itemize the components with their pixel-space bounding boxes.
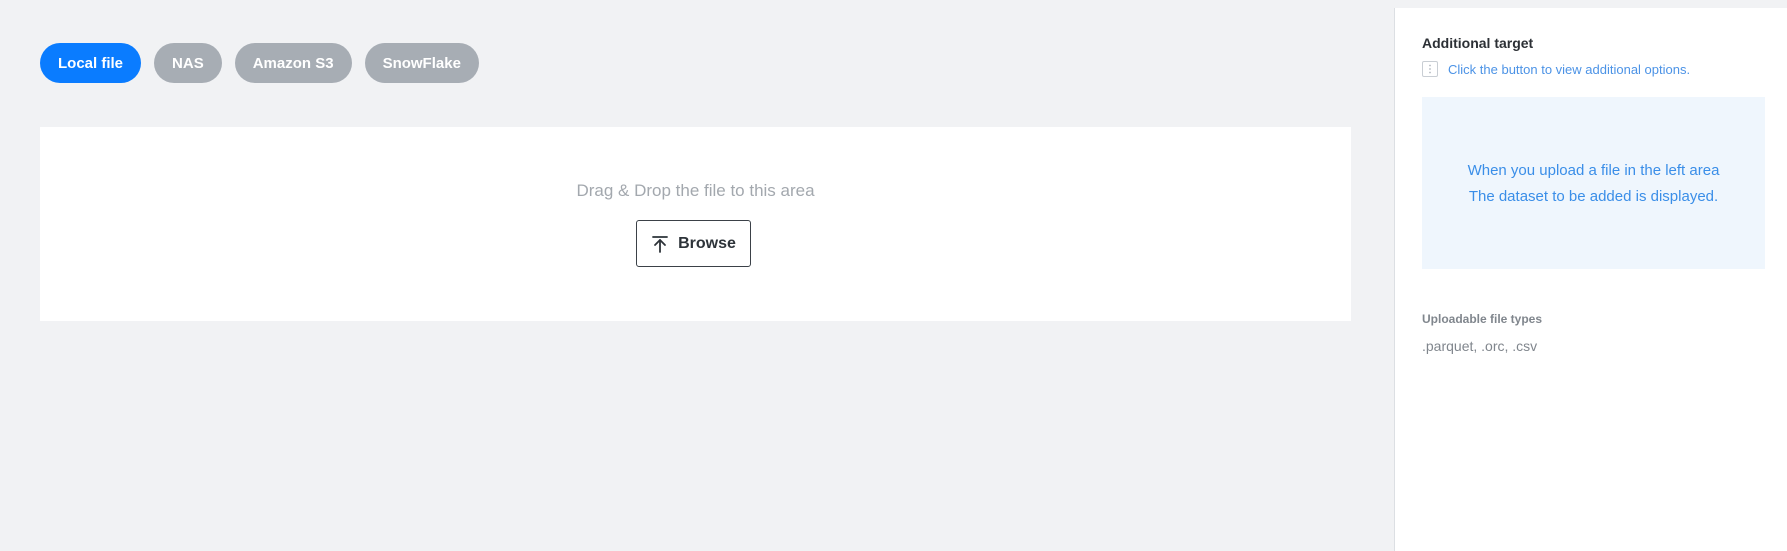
additional-options-row: Click the button to view additional opti…: [1422, 61, 1690, 77]
tab-local-file[interactable]: Local file: [40, 43, 142, 83]
tab-nas[interactable]: NAS: [154, 43, 222, 83]
browse-label: Browse: [678, 234, 736, 252]
filetypes-value: .parquet, .orc, .csv: [1422, 338, 1538, 354]
dropzone-hint: Drag & Drop the file to this area: [576, 181, 815, 200]
options-hint: Click the button to view additional opti…: [1448, 61, 1691, 77]
filetypes-label: Uploadable file types: [1422, 312, 1543, 326]
tab-snowflake[interactable]: SnowFlake: [364, 43, 479, 83]
main-area: Local file NAS Amazon S3 SnowFlake Drag …: [0, 0, 1394, 551]
info-line-1: When you upload a file in the left area: [1467, 161, 1720, 179]
info-line-2: The dataset to be added is displayed.: [1468, 187, 1719, 205]
browse-button[interactable]: Browse: [636, 220, 751, 267]
file-dropzone[interactable]: Drag & Drop the file to this area Browse: [40, 127, 1351, 321]
source-tabs: Local file NAS Amazon S3 SnowFlake: [40, 43, 479, 83]
side-panel-title: Additional target: [1422, 35, 1534, 51]
upload-icon: [652, 235, 668, 253]
kebab-icon: [1429, 64, 1431, 74]
more-options-button[interactable]: [1422, 61, 1438, 77]
tab-amazon-s3[interactable]: Amazon S3: [234, 43, 352, 83]
dataset-preview-box: When you upload a file in the left area …: [1422, 97, 1765, 269]
side-panel: Additional target Click the button to vi…: [1394, 8, 1787, 551]
